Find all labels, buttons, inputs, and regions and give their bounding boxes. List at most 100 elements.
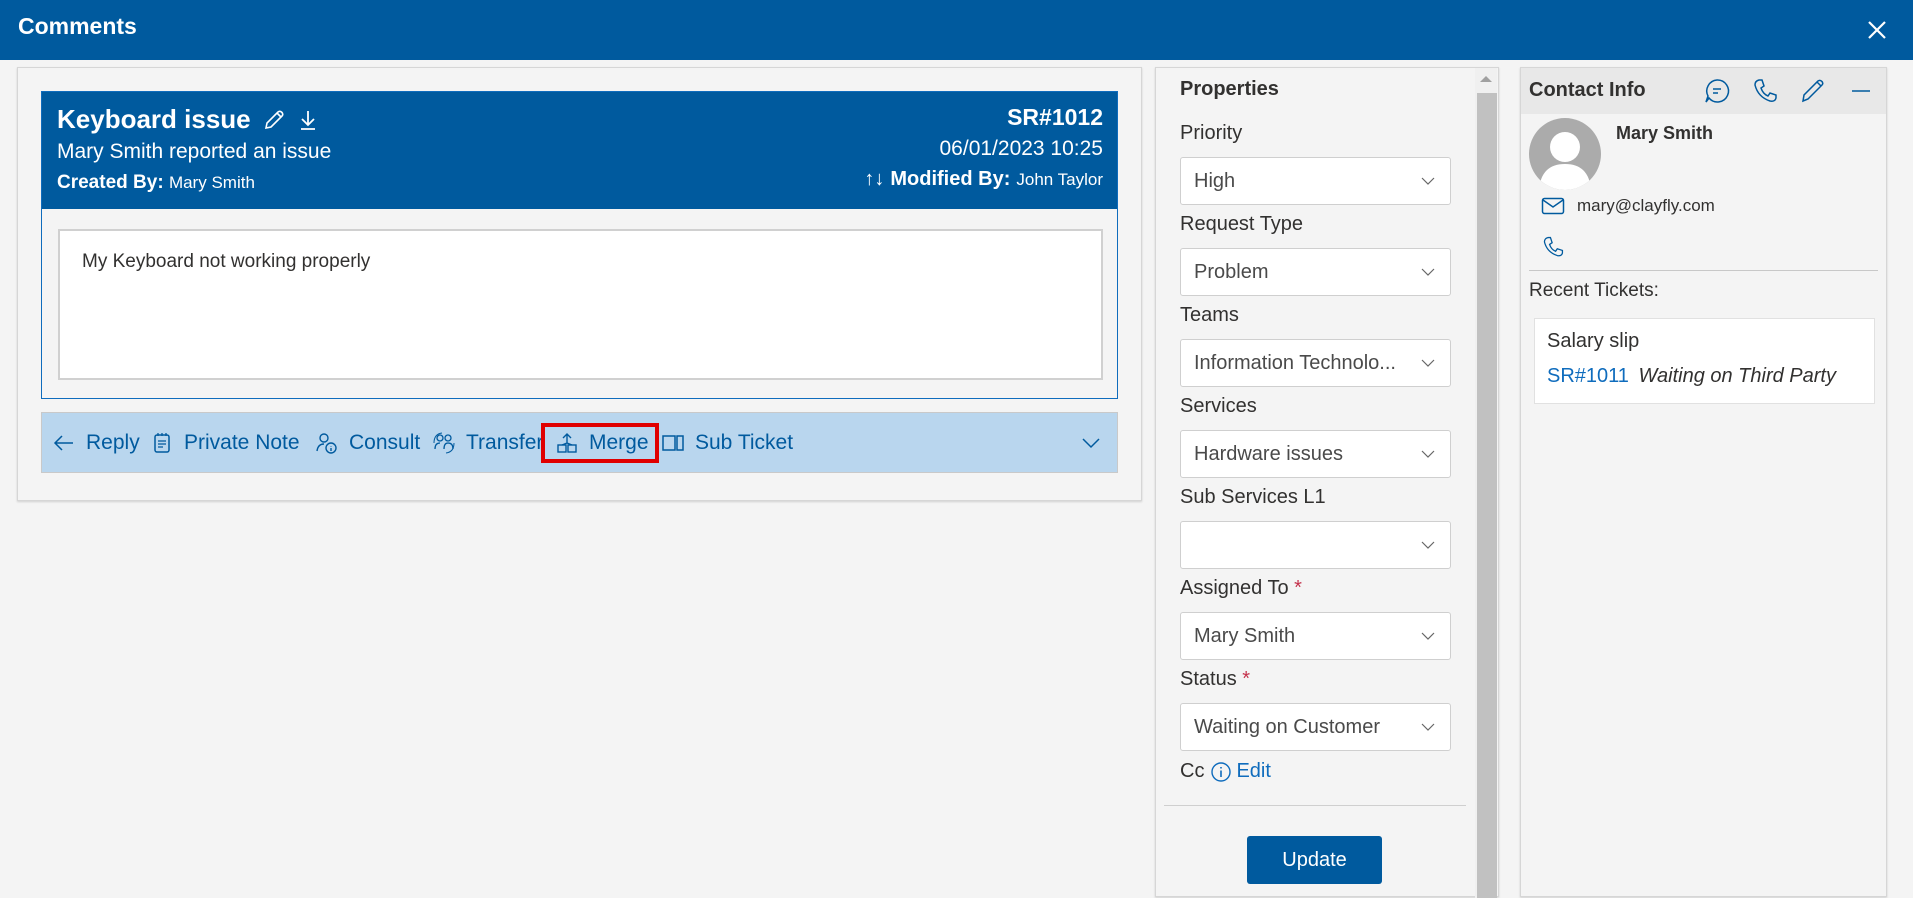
assigned-to-label-text: Assigned To [1180, 577, 1289, 599]
priority-value: High [1194, 170, 1236, 192]
reply-arrow-icon [53, 434, 73, 451]
recent-ticket-status: Waiting on Third Party [1638, 365, 1836, 387]
sub-services-label: Sub Services L1 [1180, 486, 1326, 508]
cc-label: Cc [1180, 760, 1205, 782]
consult-icon [316, 432, 337, 454]
services-dropdown[interactable]: Hardware issues [1180, 430, 1451, 478]
cc-edit-link[interactable]: Edit [1210, 760, 1271, 783]
teams-value: Information Technolo... [1194, 352, 1396, 374]
chevron-down-icon [1421, 268, 1435, 276]
ticket-subtitle: Mary Smith reported an issue [57, 140, 332, 163]
modified-by-value: John Taylor [1016, 169, 1103, 189]
reply-button[interactable]: Reply [52, 413, 140, 472]
edit-pencil-icon[interactable] [1799, 77, 1827, 105]
recent-tickets-label: Recent Tickets: [1529, 280, 1659, 301]
update-button[interactable]: Update [1247, 836, 1382, 884]
sub-services-dropdown[interactable] [1180, 521, 1451, 569]
ticket-sr-number: SR#1012 [1007, 104, 1103, 130]
sort-icon[interactable]: ↑↓ [864, 168, 884, 191]
ticket-card: Keyboard issue Mary Smith reported an is… [41, 91, 1118, 399]
priority-label: Priority [1180, 122, 1243, 144]
assigned-to-value: Mary Smith [1194, 625, 1296, 647]
contact-info-panel: Contact Info Mary Smith mary@clayfly.com… [1520, 67, 1887, 897]
modified-by: ↑↓ Modified By: John Taylor [864, 168, 1103, 191]
status-value: Waiting on Customer [1194, 716, 1380, 738]
request-type-value: Problem [1194, 261, 1269, 283]
cc-edit-label: Edit [1236, 760, 1271, 782]
request-type-dropdown[interactable]: Problem [1180, 248, 1451, 296]
chevron-down-icon [1421, 450, 1435, 458]
contact-email-row: mary@clayfly.com [1541, 196, 1715, 216]
merge-icon [557, 433, 577, 453]
ticket-header: Keyboard issue Mary Smith reported an is… [42, 92, 1117, 209]
properties-panel: Properties Priority High Request Type Pr… [1155, 67, 1499, 898]
modified-by-label: Modified By: [890, 168, 1011, 190]
ticket-title-row: Keyboard issue [57, 104, 319, 135]
ticket-title: Keyboard issue [57, 104, 251, 134]
edit-pencil-icon[interactable] [263, 109, 285, 131]
created-by-label: Created By: [57, 172, 164, 193]
merge-label: Merge [589, 431, 649, 454]
phone-icon[interactable] [1751, 77, 1779, 105]
ticket-datetime: 06/01/2023 10:25 [939, 137, 1104, 160]
priority-dropdown[interactable]: High [1180, 157, 1451, 205]
chevron-down-icon [1421, 177, 1435, 185]
request-type-label: Request Type [1180, 213, 1304, 235]
created-by-value: Mary Smith [168, 173, 255, 192]
chevron-down-icon [1421, 632, 1435, 640]
contact-title: Contact Info [1529, 79, 1646, 101]
required-marker: * [1294, 577, 1302, 599]
private-note-label: Private Note [184, 430, 300, 454]
window-header: Comments [0, 0, 1913, 60]
recent-ticket-card[interactable]: Salary slip SR#1011 Waiting on Third Par… [1534, 318, 1875, 404]
mail-icon [1541, 197, 1565, 215]
recent-ticket-title: Salary slip [1547, 330, 1640, 352]
chevron-down-icon [1421, 723, 1435, 731]
comments-panel: Keyboard issue Mary Smith reported an is… [17, 67, 1142, 501]
assigned-to-dropdown[interactable]: Mary Smith [1180, 612, 1451, 660]
contact-email[interactable]: mary@clayfly.com [1577, 196, 1715, 216]
assigned-to-label: Assigned To * [1180, 577, 1302, 600]
required-marker: * [1242, 668, 1251, 690]
chevron-down-icon[interactable] [1079, 431, 1103, 455]
close-icon[interactable] [1863, 16, 1891, 44]
ticket-description: My Keyboard not working properly [82, 251, 371, 272]
transfer-icon [433, 432, 455, 453]
download-icon[interactable] [297, 109, 319, 131]
sub-ticket-icon [662, 434, 684, 451]
chat-icon[interactable] [1703, 77, 1731, 105]
private-note-button[interactable]: Private Note [150, 413, 300, 472]
status-label: Status * [1180, 668, 1250, 691]
sub-ticket-button[interactable]: Sub Ticket [661, 413, 793, 472]
created-by: Created By: Mary Smith [57, 172, 255, 194]
cc-row: Cc Edit [1180, 760, 1271, 783]
transfer-button[interactable]: Transfer [432, 413, 543, 472]
consult-button[interactable]: Consult [315, 413, 420, 472]
transfer-label: Transfer [466, 430, 544, 454]
ticket-description-box: My Keyboard not working properly [58, 229, 1103, 380]
note-icon [154, 432, 170, 453]
contact-header: Contact Info [1521, 68, 1886, 114]
services-value: Hardware issues [1194, 443, 1343, 465]
properties-title: Properties [1180, 78, 1279, 100]
phone-icon[interactable] [1541, 235, 1565, 259]
teams-label: Teams [1180, 304, 1239, 326]
properties-scrollbar[interactable] [1475, 68, 1497, 898]
action-bar: Reply Private Note Consult Transfer Merg… [41, 412, 1118, 473]
person-icon [1539, 132, 1591, 190]
sub-ticket-label: Sub Ticket [695, 430, 794, 454]
avatar [1529, 118, 1601, 190]
merge-button[interactable]: Merge [541, 423, 659, 463]
status-dropdown[interactable]: Waiting on Customer [1180, 703, 1451, 751]
minimize-icon[interactable] [1847, 77, 1875, 105]
contact-name: Mary Smith [1616, 123, 1714, 143]
services-label: Services [1180, 395, 1257, 417]
divider [1529, 270, 1878, 271]
teams-dropdown[interactable]: Information Technolo... [1180, 339, 1451, 387]
recent-ticket-meta: SR#1011 Waiting on Third Party [1547, 365, 1836, 388]
recent-ticket-sr-link[interactable]: SR#1011 [1547, 365, 1629, 387]
chevron-down-icon [1421, 359, 1435, 367]
scroll-up-arrow-icon[interactable] [1480, 76, 1492, 82]
window-title: Comments [18, 13, 137, 39]
scroll-thumb[interactable] [1477, 93, 1497, 898]
